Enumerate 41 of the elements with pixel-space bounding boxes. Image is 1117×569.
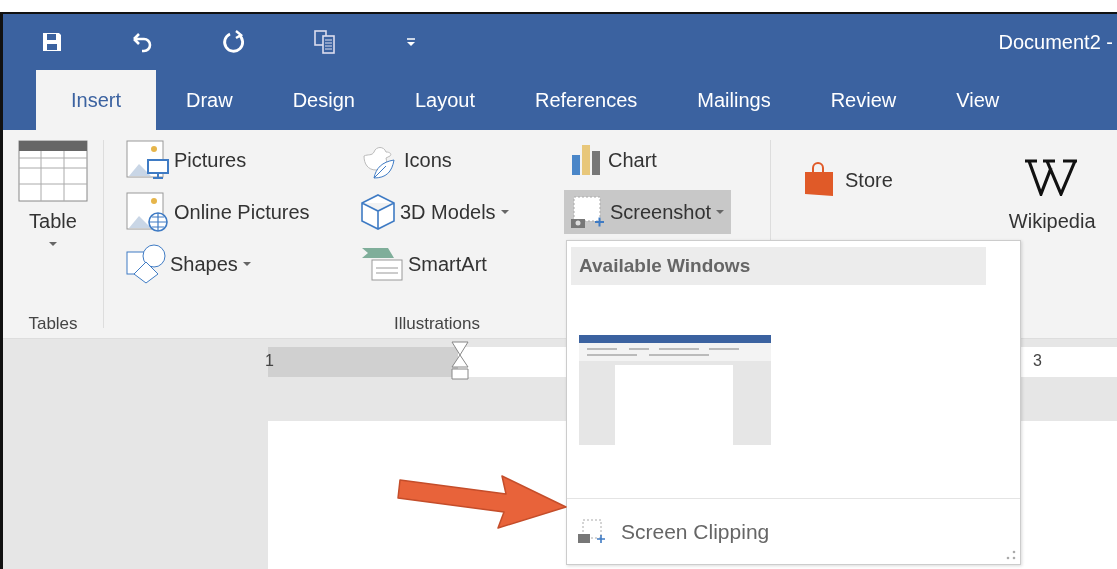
ribbon-tab[interactable]: Review: [800, 70, 927, 130]
screen-clipping-item[interactable]: Screen Clipping: [567, 498, 1020, 564]
ribbon-button[interactable]: SmartArt: [354, 242, 493, 286]
save-icon[interactable]: [41, 31, 63, 53]
online-picture-icon: [126, 192, 170, 232]
table-button[interactable]: Table: [16, 138, 90, 249]
ribbon-tab[interactable]: Draw: [156, 70, 263, 130]
wikipedia-button[interactable]: Wikipedia: [1008, 158, 1096, 233]
ribbon-tab[interactable]: Design: [262, 70, 385, 130]
window-title: Document2 -: [998, 30, 1114, 54]
window-thumbnail[interactable]: [579, 335, 771, 445]
ribbon-button[interactable]: Shapes: [120, 242, 258, 286]
redo-icon[interactable]: [221, 29, 247, 55]
picture-icon: [126, 140, 170, 180]
group-label: Illustrations: [393, 314, 481, 334]
ribbon-tab[interactable]: View: [926, 70, 1030, 130]
ribbon-tab[interactable]: References: [505, 70, 668, 130]
cube-icon: [360, 193, 396, 231]
ribbon-button[interactable]: Pictures: [120, 138, 253, 182]
ribbon-button[interactable]: 3D Models: [354, 190, 516, 234]
ribbon-button[interactable]: Icons: [354, 138, 458, 182]
ribbon-tab[interactable]: Layout: [384, 70, 505, 130]
ribbon-button[interactable]: Screenshot: [564, 190, 732, 234]
group-label: Tables: [28, 314, 78, 334]
ribbon-tab[interactable]: Insert: [36, 70, 156, 130]
ribbon-tab[interactable]: Mailings: [667, 70, 801, 130]
table-icon: [18, 140, 88, 202]
smartart-icon: [360, 246, 404, 282]
resize-grip-icon[interactable]: [1006, 550, 1016, 560]
store-button[interactable]: Store: [797, 158, 899, 202]
shapes-icon: [126, 244, 166, 284]
customize-caret-icon[interactable]: [405, 36, 417, 48]
ruler-number: 3: [1033, 352, 1042, 370]
shopping-bag-icon: [803, 162, 835, 198]
screenshot-camera-icon: [577, 518, 607, 545]
ribbon-button[interactable]: Online Pictures: [120, 190, 316, 234]
ribbon-button[interactable]: Chart: [564, 138, 663, 182]
screenshot-camera-icon: [570, 195, 606, 229]
ruler-number: 1: [265, 352, 274, 370]
indent-marker-icon[interactable]: [450, 341, 470, 381]
menu-header: Available Windows: [571, 247, 986, 285]
